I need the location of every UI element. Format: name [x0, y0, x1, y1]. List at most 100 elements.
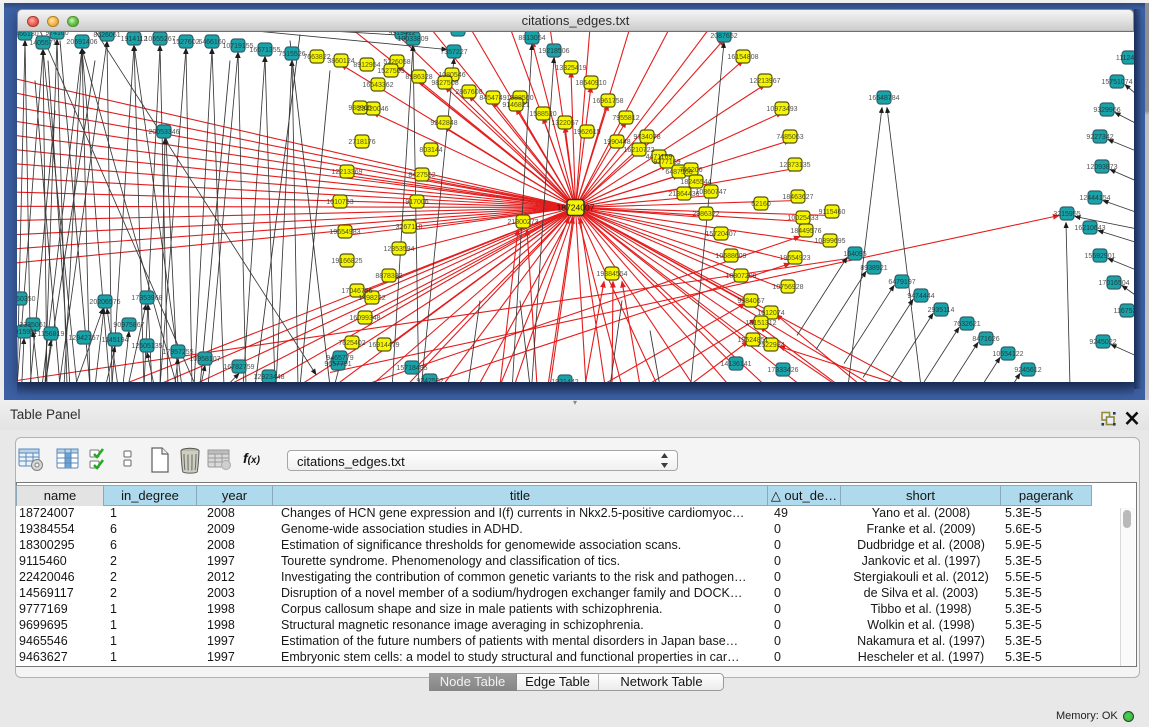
svg-text:1962615: 1962615 — [573, 128, 600, 135]
svg-text:7515526: 7515526 — [278, 50, 305, 57]
svg-text:10025433: 10025433 — [787, 214, 818, 221]
svg-text:18245544: 18245544 — [680, 178, 711, 185]
svg-text:2522934: 2522934 — [757, 341, 784, 348]
svg-text:9242502: 9242502 — [416, 377, 443, 382]
svg-text:16151312: 16151312 — [745, 319, 776, 326]
svg-text:20691406: 20691406 — [66, 38, 97, 45]
svg-text:3267110: 3267110 — [396, 223, 423, 230]
svg-text:14136141: 14136141 — [720, 360, 751, 367]
svg-text:19654923: 19654923 — [779, 254, 810, 261]
svg-text:8186328: 8186328 — [405, 73, 432, 80]
svg-text:18640910: 18640910 — [575, 79, 606, 86]
svg-text:1010753: 1010753 — [326, 198, 353, 205]
svg-text:3860124: 3860124 — [327, 57, 354, 64]
svg-text:90975867: 90975867 — [113, 321, 144, 328]
svg-text:62160: 62160 — [751, 200, 771, 207]
svg-text:12942757: 12942757 — [68, 334, 99, 341]
svg-text:9734078: 9734078 — [633, 133, 660, 140]
svg-text:7663822: 7663822 — [303, 53, 330, 60]
svg-text:2718176: 2718176 — [348, 138, 375, 145]
svg-text:1990448: 1990448 — [603, 138, 630, 145]
svg-text:10033809: 10033809 — [397, 35, 428, 42]
svg-text:15720407: 15720407 — [705, 230, 736, 237]
svg-text:20206576: 20206576 — [89, 298, 120, 305]
svg-text:5226058: 5226058 — [383, 58, 410, 65]
svg-text:164095: 164095 — [843, 250, 866, 257]
svg-text:12923448: 12923448 — [253, 373, 284, 380]
svg-text:9827508: 9827508 — [431, 79, 458, 86]
svg-text:16782759: 16782759 — [223, 363, 254, 370]
svg-text:9146821: 9146821 — [502, 101, 529, 108]
svg-text:16671355: 16671355 — [249, 46, 280, 53]
svg-text:7625402: 7625402 — [338, 339, 365, 346]
svg-text:2087652: 2087652 — [710, 32, 737, 39]
svg-text:12373135: 12373135 — [779, 161, 810, 168]
svg-text:1527509: 1527509 — [377, 67, 404, 74]
svg-text:9474444: 9474444 — [907, 292, 934, 299]
svg-text:15718485: 15718485 — [396, 364, 427, 371]
svg-text:7955812: 7955812 — [612, 114, 639, 121]
svg-text:16099348: 16099348 — [349, 314, 380, 321]
svg-text:19218506: 19218506 — [538, 47, 569, 54]
svg-text:1112404: 1112404 — [1116, 54, 1134, 61]
svg-text:12093873: 12093873 — [1086, 163, 1117, 170]
svg-text:17016504: 17016504 — [1098, 279, 1129, 286]
svg-text:8626061: 8626061 — [93, 32, 120, 39]
svg-text:16961758: 16961758 — [592, 97, 623, 104]
svg-text:8938921: 8938921 — [860, 264, 887, 271]
svg-text:1498222: 1498222 — [358, 294, 385, 301]
svg-text:1588560: 1588560 — [506, 94, 533, 101]
svg-text:10899695: 10899695 — [814, 237, 845, 244]
svg-text:7485063: 7485063 — [776, 133, 803, 140]
svg-text:12213967: 12213967 — [749, 77, 780, 84]
svg-text:5512913: 5512913 — [444, 32, 471, 34]
svg-text:7632621: 7632621 — [953, 320, 980, 327]
svg-text:9465779: 9465779 — [326, 354, 353, 361]
svg-text:3915911: 3915911 — [17, 328, 37, 335]
svg-text:9242848: 9242848 — [430, 119, 457, 126]
svg-text:6479197: 6479197 — [888, 278, 915, 285]
svg-text:9384067: 9384067 — [737, 297, 764, 304]
svg-text:17957255: 17957255 — [162, 348, 193, 355]
svg-text:2335061: 2335061 — [19, 321, 46, 328]
svg-text:988965: 988965 — [348, 104, 371, 111]
svg-text:18807209: 18807209 — [725, 272, 756, 279]
svg-text:974160: 974160 — [45, 32, 68, 37]
svg-text:13325419: 13325419 — [555, 64, 586, 71]
svg-text:9777169: 9777169 — [653, 158, 680, 165]
svg-text:18463627: 18463627 — [782, 193, 813, 200]
svg-text:1156819: 1156819 — [38, 330, 65, 337]
svg-text:20053346: 20053346 — [148, 128, 179, 135]
svg-text:9245612: 9245612 — [1014, 366, 1041, 373]
svg-text:10655267: 10655267 — [144, 35, 175, 42]
svg-text:19654983: 19654983 — [329, 228, 360, 235]
svg-text:17353968: 17353968 — [131, 294, 162, 301]
svg-text:21300273: 21300273 — [507, 218, 538, 225]
svg-text:1145194: 1145194 — [102, 336, 129, 343]
svg-text:16210722: 16210722 — [623, 146, 654, 153]
svg-text:16914479: 16914479 — [368, 341, 399, 348]
svg-text:1612074: 1612074 — [757, 309, 784, 316]
svg-text:8878332: 8878332 — [375, 272, 402, 279]
svg-text:19384554: 19384554 — [596, 270, 627, 277]
svg-text:26260350: 26260350 — [17, 295, 36, 302]
svg-text:16648784: 16648784 — [868, 94, 899, 101]
svg-text:803144: 803144 — [419, 146, 442, 153]
svg-text:9329966: 9329966 — [1093, 106, 1120, 113]
svg-text:19166825: 19166825 — [331, 257, 362, 264]
svg-text:12444154: 12444154 — [1079, 194, 1110, 201]
svg-text:10688609: 10688609 — [715, 252, 746, 259]
svg-text:18449576: 18449576 — [790, 227, 821, 234]
svg-text:9245022: 9245022 — [1089, 338, 1116, 345]
svg-text:18724007: 18724007 — [557, 202, 595, 212]
svg-text:1527602: 1527602 — [172, 38, 199, 45]
svg-text:10973493: 10973493 — [766, 105, 797, 112]
svg-text:8471626: 8471626 — [972, 335, 999, 342]
svg-text:917006: 917006 — [405, 198, 428, 205]
svg-text:1167531: 1167531 — [1114, 307, 1134, 314]
svg-text:8427552: 8427552 — [408, 171, 435, 178]
svg-text:15751074: 15751074 — [1101, 78, 1132, 85]
svg-text:8813054: 8813054 — [518, 34, 545, 41]
svg-text:1080546: 1080546 — [438, 71, 465, 78]
svg-text:1588520: 1588520 — [529, 110, 556, 117]
